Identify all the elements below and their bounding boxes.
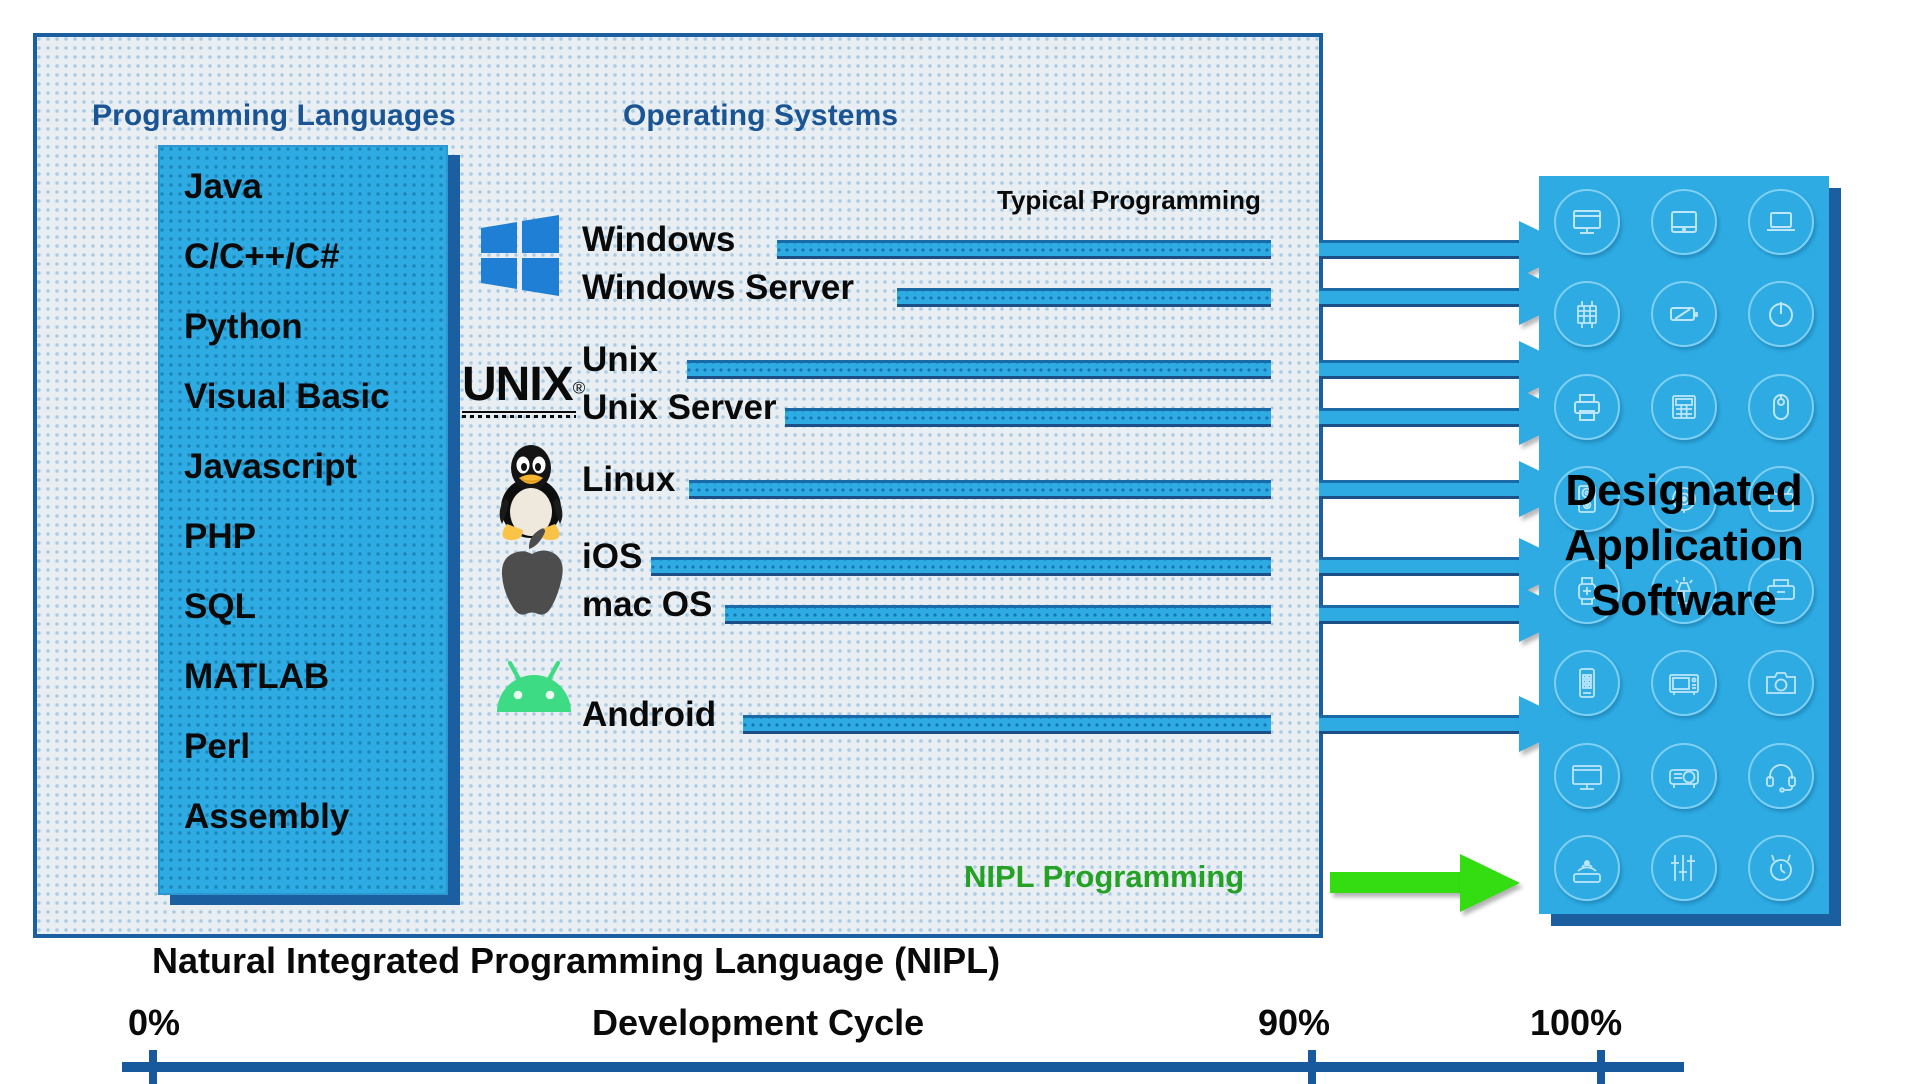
tablet-icon xyxy=(1636,176,1733,268)
typical-programming-label: Typical Programming xyxy=(997,185,1261,215)
flow-bar-windows xyxy=(777,240,1271,259)
flow-bar-unix xyxy=(687,360,1271,379)
arrow-head-ios xyxy=(1319,538,1577,594)
axis-tick-label-90: 90% xyxy=(1258,1002,1331,1043)
laptop-icon xyxy=(1732,176,1829,268)
android-robot-icon xyxy=(489,657,579,724)
calculator-icon xyxy=(1636,361,1733,453)
arrow-head-windows-server xyxy=(1319,269,1577,325)
arrow-head-android xyxy=(1319,696,1577,752)
os-label-macos: mac OS xyxy=(582,585,713,624)
smartwatch-icon xyxy=(1539,545,1636,637)
battery-icon xyxy=(1636,268,1733,360)
development-cycle-axis-line xyxy=(122,1062,1684,1072)
designated-application-software-panel: Designated Application Software xyxy=(1539,176,1829,914)
language-item: Java xyxy=(184,167,262,206)
flow-bar-ios xyxy=(651,557,1271,576)
computer-mouse-icon xyxy=(1732,361,1829,453)
wifi-router-icon xyxy=(1539,822,1636,914)
circuit-board-icon xyxy=(1539,268,1636,360)
camera-icon xyxy=(1732,637,1829,729)
desktop-monitor-icon xyxy=(1539,176,1636,268)
arrow-head-macos xyxy=(1319,586,1577,642)
programming-languages-card: Java C/C++/C# Python Visual Basic Javasc… xyxy=(158,145,448,895)
os-label-android: Android xyxy=(582,695,717,734)
nipl-caption: Natural Integrated Programming Language … xyxy=(152,940,1001,981)
wall-clock-icon xyxy=(1732,822,1829,914)
webcam-icon xyxy=(1636,453,1733,545)
nipl-programming-label: NIPL Programming xyxy=(964,859,1245,894)
language-item: Python xyxy=(184,307,303,346)
scanner-icon xyxy=(1732,545,1829,637)
microwave-icon xyxy=(1636,637,1733,729)
nipl-arrow-shaft xyxy=(1330,872,1475,893)
language-item: Assembly xyxy=(184,797,350,836)
os-label-unix: Unix xyxy=(582,340,658,379)
axis-tick-label-0: 0% xyxy=(128,1002,181,1043)
axis-tick-0 xyxy=(149,1050,157,1084)
flow-bar-linux xyxy=(689,480,1271,499)
arrow-head-windows xyxy=(1319,221,1577,277)
os-label-ios: iOS xyxy=(582,537,643,576)
flow-bar-macos xyxy=(725,605,1271,624)
os-label-linux: Linux xyxy=(582,460,676,499)
widescreen-monitor-icon xyxy=(1539,730,1636,822)
desk-lamp-icon xyxy=(1636,545,1733,637)
programming-languages-header: Programming Languages xyxy=(92,99,456,132)
printer-icon xyxy=(1539,361,1636,453)
os-label-windows-server: Windows Server xyxy=(582,268,854,307)
equalizer-icon xyxy=(1636,822,1733,914)
language-item: Perl xyxy=(184,727,251,766)
diagram-main-panel: Programming Languages Operating Systems … xyxy=(33,33,1323,938)
language-item: Visual Basic xyxy=(184,377,390,416)
flow-bar-windows-server xyxy=(897,288,1271,307)
language-item: SQL xyxy=(184,587,256,626)
axis-label-development-cycle: Development Cycle xyxy=(592,1002,925,1043)
television-icon xyxy=(1732,453,1829,545)
apple-logo-icon xyxy=(492,527,572,627)
projector-icon xyxy=(1636,730,1733,822)
unix-wordmark-text: UNIX xyxy=(462,358,574,411)
smartphone-icon xyxy=(1539,637,1636,729)
arrow-head-unix-server xyxy=(1319,389,1577,445)
axis-tick-100 xyxy=(1597,1050,1605,1084)
nipl-arrow-head xyxy=(1460,854,1520,912)
axis-tick-90 xyxy=(1308,1050,1316,1084)
unix-logo-icon: UNIX® xyxy=(462,357,585,418)
power-button-icon xyxy=(1732,268,1829,360)
headset-icon xyxy=(1732,730,1829,822)
arrow-head-linux xyxy=(1319,461,1577,517)
language-item: PHP xyxy=(184,517,256,556)
speaker-icon xyxy=(1539,453,1636,545)
os-label-unix-server: Unix Server xyxy=(582,388,777,427)
windows-logo-icon xyxy=(477,212,563,303)
flow-bar-android xyxy=(743,715,1271,734)
language-item: MATLAB xyxy=(184,657,330,696)
language-item: Javascript xyxy=(184,447,358,486)
arrow-head-unix xyxy=(1319,341,1577,397)
device-icon-grid xyxy=(1539,176,1829,914)
os-label-windows: Windows xyxy=(582,220,736,259)
language-item: C/C++/C# xyxy=(184,237,340,276)
flow-bar-unix-server xyxy=(785,408,1271,427)
operating-systems-header: Operating Systems xyxy=(623,99,899,132)
axis-tick-label-100: 100% xyxy=(1530,1002,1623,1043)
